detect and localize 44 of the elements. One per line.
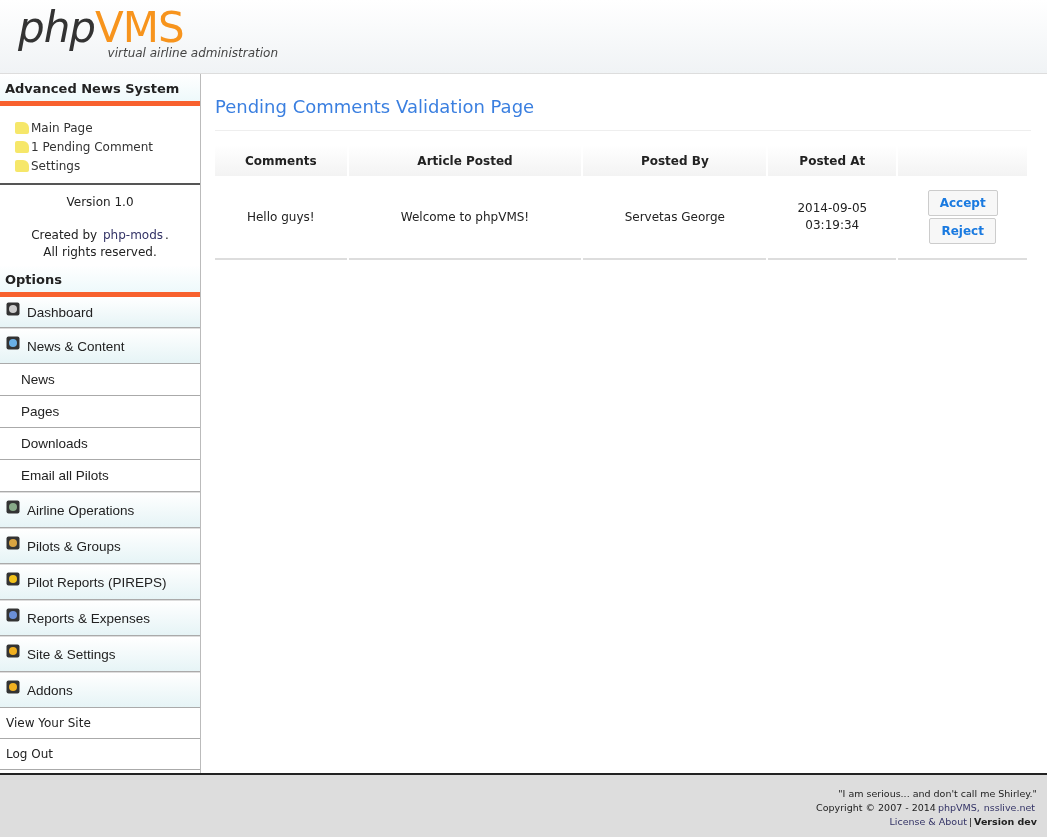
footer-link[interactable]: nsslive.net bbox=[983, 801, 1035, 815]
menu-item[interactable]: Downloads bbox=[0, 428, 200, 460]
app-icon bbox=[6, 608, 20, 622]
page-title: Pending Comments Validation Page bbox=[215, 96, 1031, 131]
table-cell: Servetas George bbox=[624, 210, 725, 224]
note-icon bbox=[15, 121, 29, 134]
table-cell: 2014-09-05 03:19:34 bbox=[797, 200, 868, 234]
app-icon bbox=[6, 644, 20, 658]
menu-section[interactable]: Pilot Reports (PIREPS) bbox=[0, 564, 200, 600]
app-icon bbox=[6, 336, 20, 350]
copyright-text: Copyright © 2007 - 2014 bbox=[816, 801, 936, 815]
menu-section[interactable]: Airline Operations bbox=[0, 492, 200, 528]
menu-item[interactable]: News bbox=[0, 364, 200, 396]
note-icon bbox=[15, 140, 29, 153]
action-button[interactable]: Accept bbox=[927, 190, 998, 216]
version-text: Version dev bbox=[974, 815, 1037, 829]
version-text: Version 1.0 bbox=[65, 194, 135, 211]
table-cell: Welcome to phpVMS! bbox=[400, 210, 530, 224]
credit-text: Created by php-mods . All rights reserved. bbox=[30, 227, 170, 261]
app-icon bbox=[6, 536, 20, 550]
menu-section[interactable]: Site & Settings bbox=[0, 636, 200, 672]
plugin-link[interactable]: Settings bbox=[31, 158, 81, 173]
plugin-link[interactable]: Main Page bbox=[31, 120, 93, 135]
app-icon bbox=[6, 572, 20, 586]
app-icon bbox=[6, 680, 20, 694]
plugin-link[interactable]: 1 Pending Comment bbox=[31, 139, 154, 154]
menu-link[interactable]: View Your Site bbox=[0, 708, 200, 739]
menu-section[interactable]: News & Content bbox=[0, 328, 200, 364]
license-link[interactable]: License & About bbox=[889, 815, 967, 829]
separator-text: | bbox=[968, 815, 973, 829]
app-icon bbox=[6, 302, 20, 316]
menu-section[interactable]: Pilots & Groups bbox=[0, 528, 200, 564]
footer-link[interactable]: phpVMS, bbox=[937, 801, 980, 815]
credit-link[interactable]: php-mods bbox=[102, 228, 164, 242]
table-cell: Hello guys! bbox=[246, 210, 315, 224]
menu-item[interactable]: Pages bbox=[0, 396, 200, 428]
menu-section[interactable]: Addons bbox=[0, 672, 200, 708]
menu-section[interactable]: Reports & Expenses bbox=[0, 600, 200, 636]
menu-link[interactable]: Log Out bbox=[0, 739, 200, 770]
logo-tagline: virtual airline administration bbox=[107, 46, 278, 60]
app-icon bbox=[6, 500, 20, 514]
note-icon bbox=[15, 159, 29, 172]
footer-quote: "I am serious... and don't call me Shirley." bbox=[837, 787, 1037, 801]
action-button[interactable]: Reject bbox=[929, 218, 996, 244]
